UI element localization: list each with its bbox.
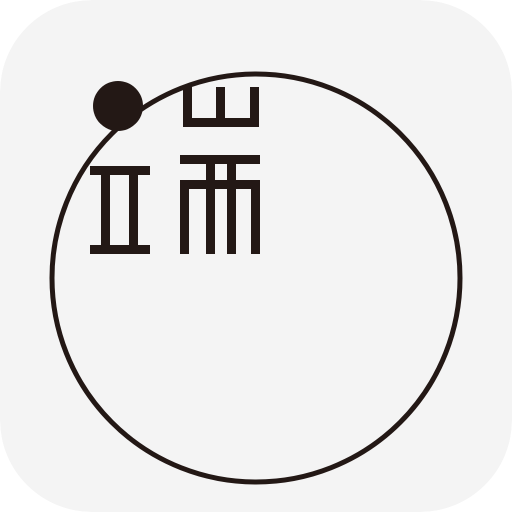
app-icon-tile[interactable]: 瑞	[0, 0, 512, 512]
app-icon-graphic	[0, 0, 512, 512]
tile-background	[0, 0, 512, 512]
orbit-dot-icon	[93, 81, 143, 131]
